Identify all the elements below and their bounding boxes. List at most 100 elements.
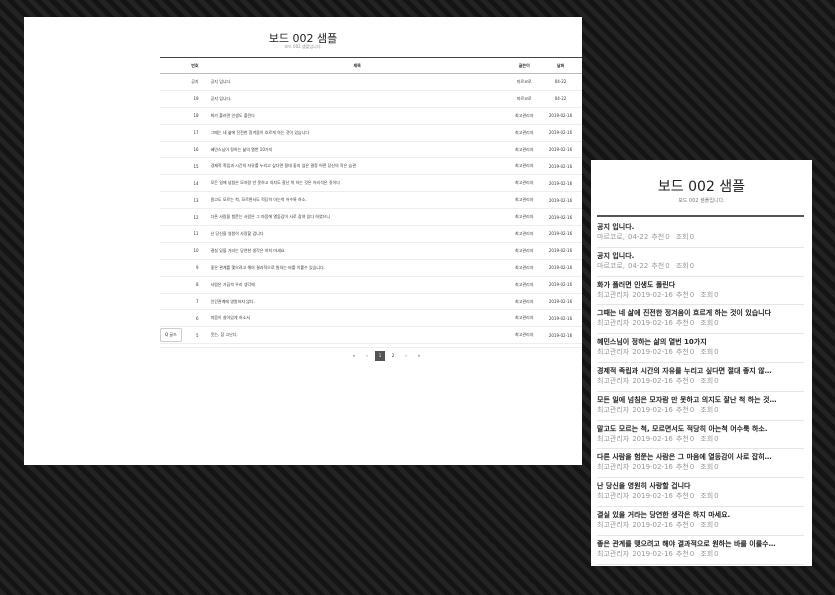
table-row[interactable]: 13 말고도 모르는 척, 모르면서도 적당히 아는척 어수룩 하소. 최고관리자 2… [160, 191, 582, 210]
column-header-date[interactable]: 날짜 [544, 57, 577, 74]
table-row[interactable]: 18화가 폴러면 인생도 폴린다최고관리자2019-02-1600 [160, 107, 582, 125]
post-subject[interactable]: 다른 사람을 험쭌는 사람은 그 마음에 열등감이 사로 잡히… [597, 452, 804, 462]
list-item[interactable]: 난 당신을 영원히 사랑할 겁니다 최고관리자 2019-02-16 추천0 조회0 [597, 478, 804, 507]
table-row[interactable]: 14 모든 일에 넘침은 모자람 만 못하고 의지도 잘난 척 하는 것은 어리석… [160, 174, 582, 193]
table-row[interactable]: 19공지 입니다.마르코로04-2200 [160, 90, 582, 108]
post-subject[interactable]: 난 당신을 영원히 사랑할 겁니다 [597, 481, 804, 491]
table-row[interactable]: 11난 당신을 영원히 사랑할 겁니다최고관리자2019-02-1600 [160, 225, 582, 243]
table-row[interactable]: 15 경제적 족립과 시간의 자유를 누리고 싶다면 절대 좋지 않은 결정 어떤… [160, 157, 582, 176]
row-subject[interactable]: 공지 입니다. [204, 90, 504, 108]
recommend-label: 추천 [651, 261, 665, 270]
recommend-label: 추천 [675, 549, 689, 558]
views-label: 조회 [675, 233, 689, 241]
list-item[interactable]: 경제적 족립과 시간의 자유를 누리고 싶다면 절대 좋지 않… 최고관리자 201… [597, 363, 804, 392]
row-recommend: 0 [576, 259, 582, 277]
post-views: 0 [714, 492, 719, 501]
list-item[interactable]: 좋은 관계를 맺으려고 해야 결과적으로 원하는 바를 이룰수… 최고관리자 201… [597, 536, 804, 565]
write-button[interactable]: Q 글쓰 [160, 328, 182, 342]
row-recommend: 0 [576, 309, 582, 328]
row-recommend: 0 [576, 293, 582, 311]
table-row[interactable]: 7인간관계에 영원하지 않다.최고관리자2019-02-1600 [160, 293, 582, 311]
post-recommend: 0 [665, 261, 670, 270]
list-item[interactable]: 화가 폴러면 인생도 폴린다 최고관리자 2019-02-16 추천0 조회0 [597, 277, 804, 306]
list-item[interactable]: 공지 입니다. 마르코로, 04-22 추천0 조회0 [597, 219, 804, 248]
post-subject[interactable]: 공지 입니다. [597, 251, 804, 261]
list-item[interactable]: 말고도 모르는 척, 모르면서도 적당히 아는척 어수룩 하소. 최고관리자 201… [597, 421, 804, 450]
pager-next-button[interactable]: › [401, 351, 411, 361]
list-item[interactable]: 그때는 네 삶에 진전한 정겨움이 흐르게 하는 것이 있습니다 최고관리자 201… [597, 305, 804, 335]
table-row[interactable]: 6마음이 살아있게 하소서최고관리자2019-02-1600 [160, 309, 582, 328]
row-recommend: 0 [576, 225, 582, 243]
table-row[interactable]: 9 좋은 관계를 맺으려고 해야 결과적으로 원하는 바를 이룰수 있습니다. 최고… [160, 259, 582, 277]
row-subject[interactable]: 화가 폴러면 인생도 폴린다 [204, 107, 504, 125]
pager-prev-button[interactable]: ‹ [362, 351, 372, 361]
row-subject[interactable]: 사람은 가끔씩 우리 생각에 [204, 276, 504, 294]
row-subject[interactable]: 다른 사람을 험쭌는 사람은 그 마음에 열등감이 사로 잡혀 있다 하였으니 [204, 208, 504, 227]
recommend-label: 추천 [675, 348, 689, 357]
row-author: 최고관리자 [503, 309, 545, 328]
row-date: 2019-02-16 [544, 208, 577, 227]
recommend-label: 추천 [675, 520, 689, 529]
row-subject[interactable]: 인간관계에 영원하지 않다. [204, 293, 504, 311]
post-subject[interactable]: 그때는 네 삶에 진전한 정겨움이 흐르게 하는 것이 있습니다 [597, 308, 804, 318]
post-subject[interactable]: 혜민스님이 정하는 삶의 열번 10가지 [597, 337, 804, 347]
row-author: 최고관리자 [503, 157, 545, 176]
row-subject[interactable]: 마음이 살아있게 하소서 [204, 309, 504, 328]
post-subject[interactable]: 모든 일에 넘침은 모자람 만 못하고 의지도 잘난 척 하는 것… [597, 395, 804, 405]
row-subject[interactable]: 난 당신을 영원히 사랑할 겁니다 [204, 225, 504, 243]
row-number: 14 [160, 174, 205, 193]
post-recommend: 0 [689, 319, 695, 328]
post-subject[interactable]: 공지 입니다. [597, 222, 804, 232]
table-row[interactable]: 8사람은 가끔씩 우리 생각에최고관리자2019-02-1600 [160, 276, 582, 294]
list-item[interactable]: 결실 있을 거라는 당연한 생각은 하지 마세요. 최고관리자 2019-02-16… [597, 507, 804, 536]
row-subject[interactable]: 혜민스님이 정하는 삶의 열번 10가지 [204, 141, 504, 159]
row-recommend: 0 [576, 107, 582, 125]
pagination: « ‹ 1 2 › » [160, 347, 582, 364]
row-subject[interactable]: 공지 입니다. [204, 73, 504, 91]
row-number: 11 [160, 225, 205, 243]
views-label: 조회 [700, 520, 714, 529]
row-subject[interactable]: 말고도 모르는 척, 모르면서도 적당히 아는척 어수룩 하소. [204, 191, 504, 210]
row-subject[interactable]: 웃는, 참 고난다. [204, 326, 504, 345]
column-header-author[interactable]: 글쓴이 [503, 57, 545, 74]
post-author: 최고관리자 [597, 549, 630, 558]
row-number: 16 [160, 141, 205, 159]
table-row[interactable]: 17 그때는 네 삶에 진전한 정겨움이 흐르게 하는 것이 있습니다 최고관리자 2… [160, 124, 582, 142]
row-number: 13 [160, 191, 205, 210]
board-table: 번호 제목 글쓴이 날짜 추천 조회 공지공지 입니다.마르코로04-22001… [160, 57, 582, 345]
pager-page-2[interactable]: 2 [388, 351, 398, 361]
list-item[interactable]: 혜민스님이 정하는 삶의 열번 10가지 최고관리자 2019-02-16 추천0 조회… [597, 334, 804, 363]
list-item[interactable]: 다른 사람을 험쭌는 사람은 그 마음에 열등감이 사로 잡히… 최고관리자 201… [597, 449, 804, 479]
pager-last-button[interactable]: » [414, 351, 424, 361]
row-number: 7 [160, 293, 205, 311]
column-header-recommend[interactable]: 추천 [576, 57, 582, 74]
row-subject[interactable]: 결실 있을 거라는 당연한 생각은 하지 마세요. [204, 242, 504, 260]
pager-page-1[interactable]: 1 [375, 351, 385, 361]
row-date: 2019-02-16 [544, 141, 577, 159]
post-recommend: 0 [689, 290, 695, 299]
post-subject[interactable]: 경제적 족립과 시간의 자유를 누리고 싶다면 절대 좋지 않… [597, 366, 804, 376]
row-subject[interactable]: 좋은 관계를 맺으려고 해야 결과적으로 원하는 바를 이룰수 있습니다. [204, 259, 504, 277]
table-row[interactable]: 5웃는, 참 고난다.최고관리자2019-02-1600 [160, 326, 582, 345]
table-row[interactable]: 16혜민스님이 정하는 삶의 열번 10가지최고관리자2019-02-1600 [160, 141, 582, 159]
row-number: 19 [160, 90, 205, 108]
post-subject[interactable]: 화가 폴러면 인생도 폴린다 [597, 280, 804, 290]
row-date: 04-22 [544, 73, 577, 91]
post-date: 2019-02-16 [632, 376, 673, 385]
row-subject[interactable]: 모든 일에 넘침은 모자람 만 못하고 의지도 잘난 척 하는 것은 어리석은 … [204, 174, 504, 193]
post-subject[interactable]: 좋은 관계를 맺으려고 해야 결과적으로 원하는 바를 이룰수… [597, 539, 804, 549]
row-subject[interactable]: 그때는 네 삶에 진전한 정겨움이 흐르게 하는 것이 있습니다 [204, 124, 504, 142]
post-subject[interactable]: 말고도 모르는 척, 모르면서도 적당히 아는척 어수룩 하소. [597, 424, 804, 434]
row-author: 최고관리자 [503, 242, 545, 260]
table-row[interactable]: 공지공지 입니다.마르코로04-2200 [160, 73, 582, 91]
table-row[interactable]: 12 다른 사람을 험쭌는 사람은 그 마음에 열등감이 사로 잡혀 있다 하였으… [160, 208, 582, 227]
post-date: 2019-02-16 [632, 405, 673, 414]
list-item[interactable]: 공지 입니다. 마르코로, 04-22 추천0 조회0 [597, 248, 804, 277]
row-recommend: 0 [576, 90, 582, 108]
table-row[interactable]: 10 결실 있을 거라는 당연한 생각은 하지 마세요. 최고관리자 2019-02-… [160, 242, 582, 260]
pager-first-button[interactable]: « [349, 351, 359, 361]
row-author: 최고관리자 [503, 293, 545, 311]
list-item[interactable]: 모든 일에 넘침은 모자람 만 못하고 의지도 잘난 척 하는 것… 최고관리자 2… [597, 392, 804, 421]
post-subject[interactable]: 결실 있을 거라는 당연한 생각은 하지 마세요. [597, 510, 804, 520]
row-subject[interactable]: 경제적 족립과 시간의 자유를 누리고 싶다면 절대 좋지 않은 결정 어떤 당… [204, 157, 504, 176]
